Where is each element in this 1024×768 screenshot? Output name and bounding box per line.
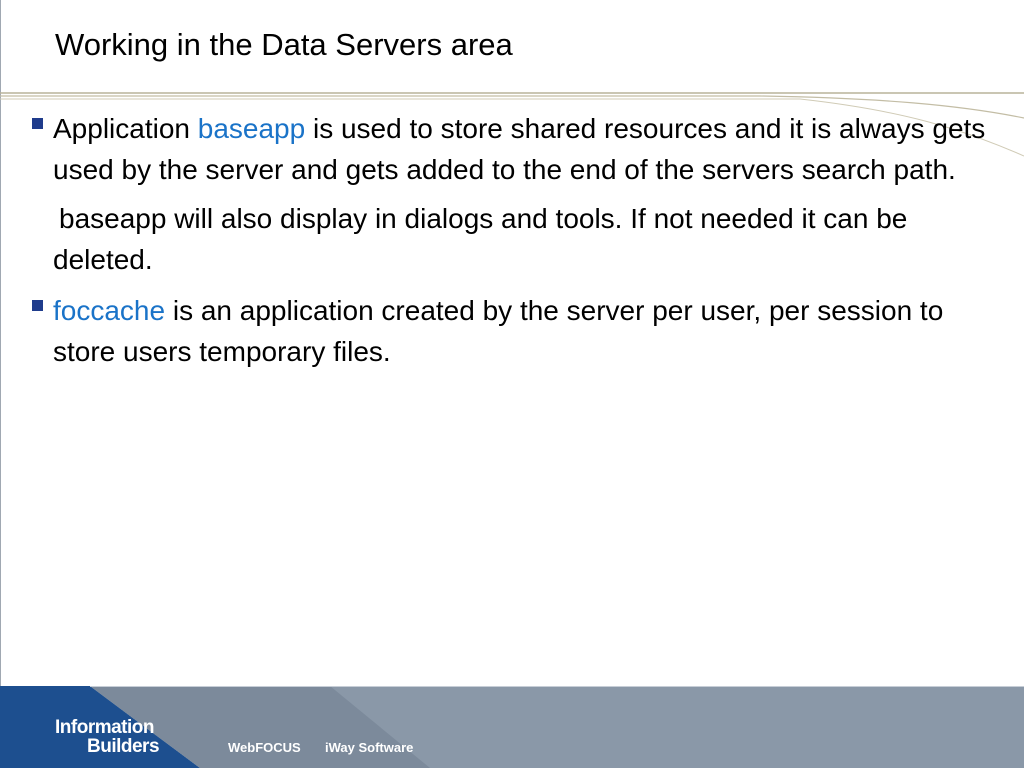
square-bullet-icon xyxy=(32,118,43,129)
logo-line-1: Information xyxy=(55,717,155,738)
bullet-continuation: baseapp will also display in dialogs and… xyxy=(53,203,908,275)
slide-body: Application baseapp is used to store sha… xyxy=(32,108,992,380)
slide: Working in the Data Servers area Applica… xyxy=(0,0,1024,768)
bullet-text: Application baseapp is used to store sha… xyxy=(53,113,985,185)
bullet-item: foccache is an application created by th… xyxy=(32,290,992,372)
bullet-text-segment: Application xyxy=(53,113,198,144)
footer-link-iway-software: iWay Software xyxy=(325,740,414,755)
keyword-foccache: foccache xyxy=(53,295,166,326)
footer-link-webfocus: WebFOCUS xyxy=(228,740,301,755)
information-builders-logo: Information Builders xyxy=(55,717,160,757)
logo-line-2: Builders xyxy=(87,736,160,757)
keyword-baseapp: baseapp xyxy=(197,113,306,144)
square-bullet-icon xyxy=(32,300,43,311)
bullet-text-segment: is an application created by the server … xyxy=(53,295,944,367)
bullet-item: Application baseapp is used to store sha… xyxy=(32,108,992,190)
slide-title: Working in the Data Servers area xyxy=(55,27,513,62)
bullet-text: foccache is an application created by th… xyxy=(53,295,943,367)
